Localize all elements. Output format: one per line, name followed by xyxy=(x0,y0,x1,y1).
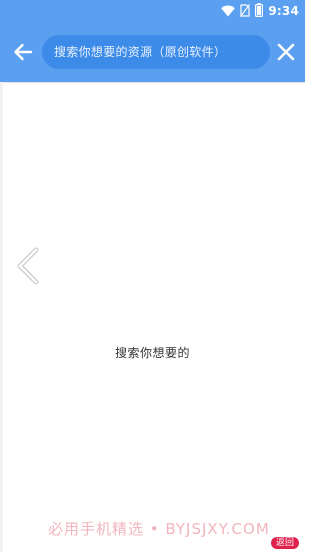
close-button[interactable] xyxy=(274,40,298,64)
left-edge-shadow xyxy=(0,82,3,552)
search-input[interactable] xyxy=(52,44,260,60)
search-app-bar xyxy=(0,22,305,82)
battery-icon xyxy=(255,2,264,21)
close-icon xyxy=(277,43,295,61)
sim-off-icon xyxy=(240,2,251,21)
search-box[interactable] xyxy=(42,35,270,69)
empty-state-message: 搜索你想要的 xyxy=(114,346,190,360)
chevron-left-icon xyxy=(17,247,39,285)
swipe-back-button[interactable] xyxy=(12,246,44,286)
status-bar: 9:34 xyxy=(0,0,305,22)
status-time: 9:34 xyxy=(268,4,299,18)
back-button[interactable] xyxy=(10,38,36,66)
status-icons: 9:34 xyxy=(221,2,299,21)
arrow-left-icon xyxy=(14,43,33,61)
watermark: 必用手机精选 • BYJSJXY.COM xyxy=(48,520,270,538)
search-results-area xyxy=(0,82,305,552)
wifi-icon xyxy=(221,2,236,21)
return-button[interactable]: 返回 xyxy=(270,537,299,549)
